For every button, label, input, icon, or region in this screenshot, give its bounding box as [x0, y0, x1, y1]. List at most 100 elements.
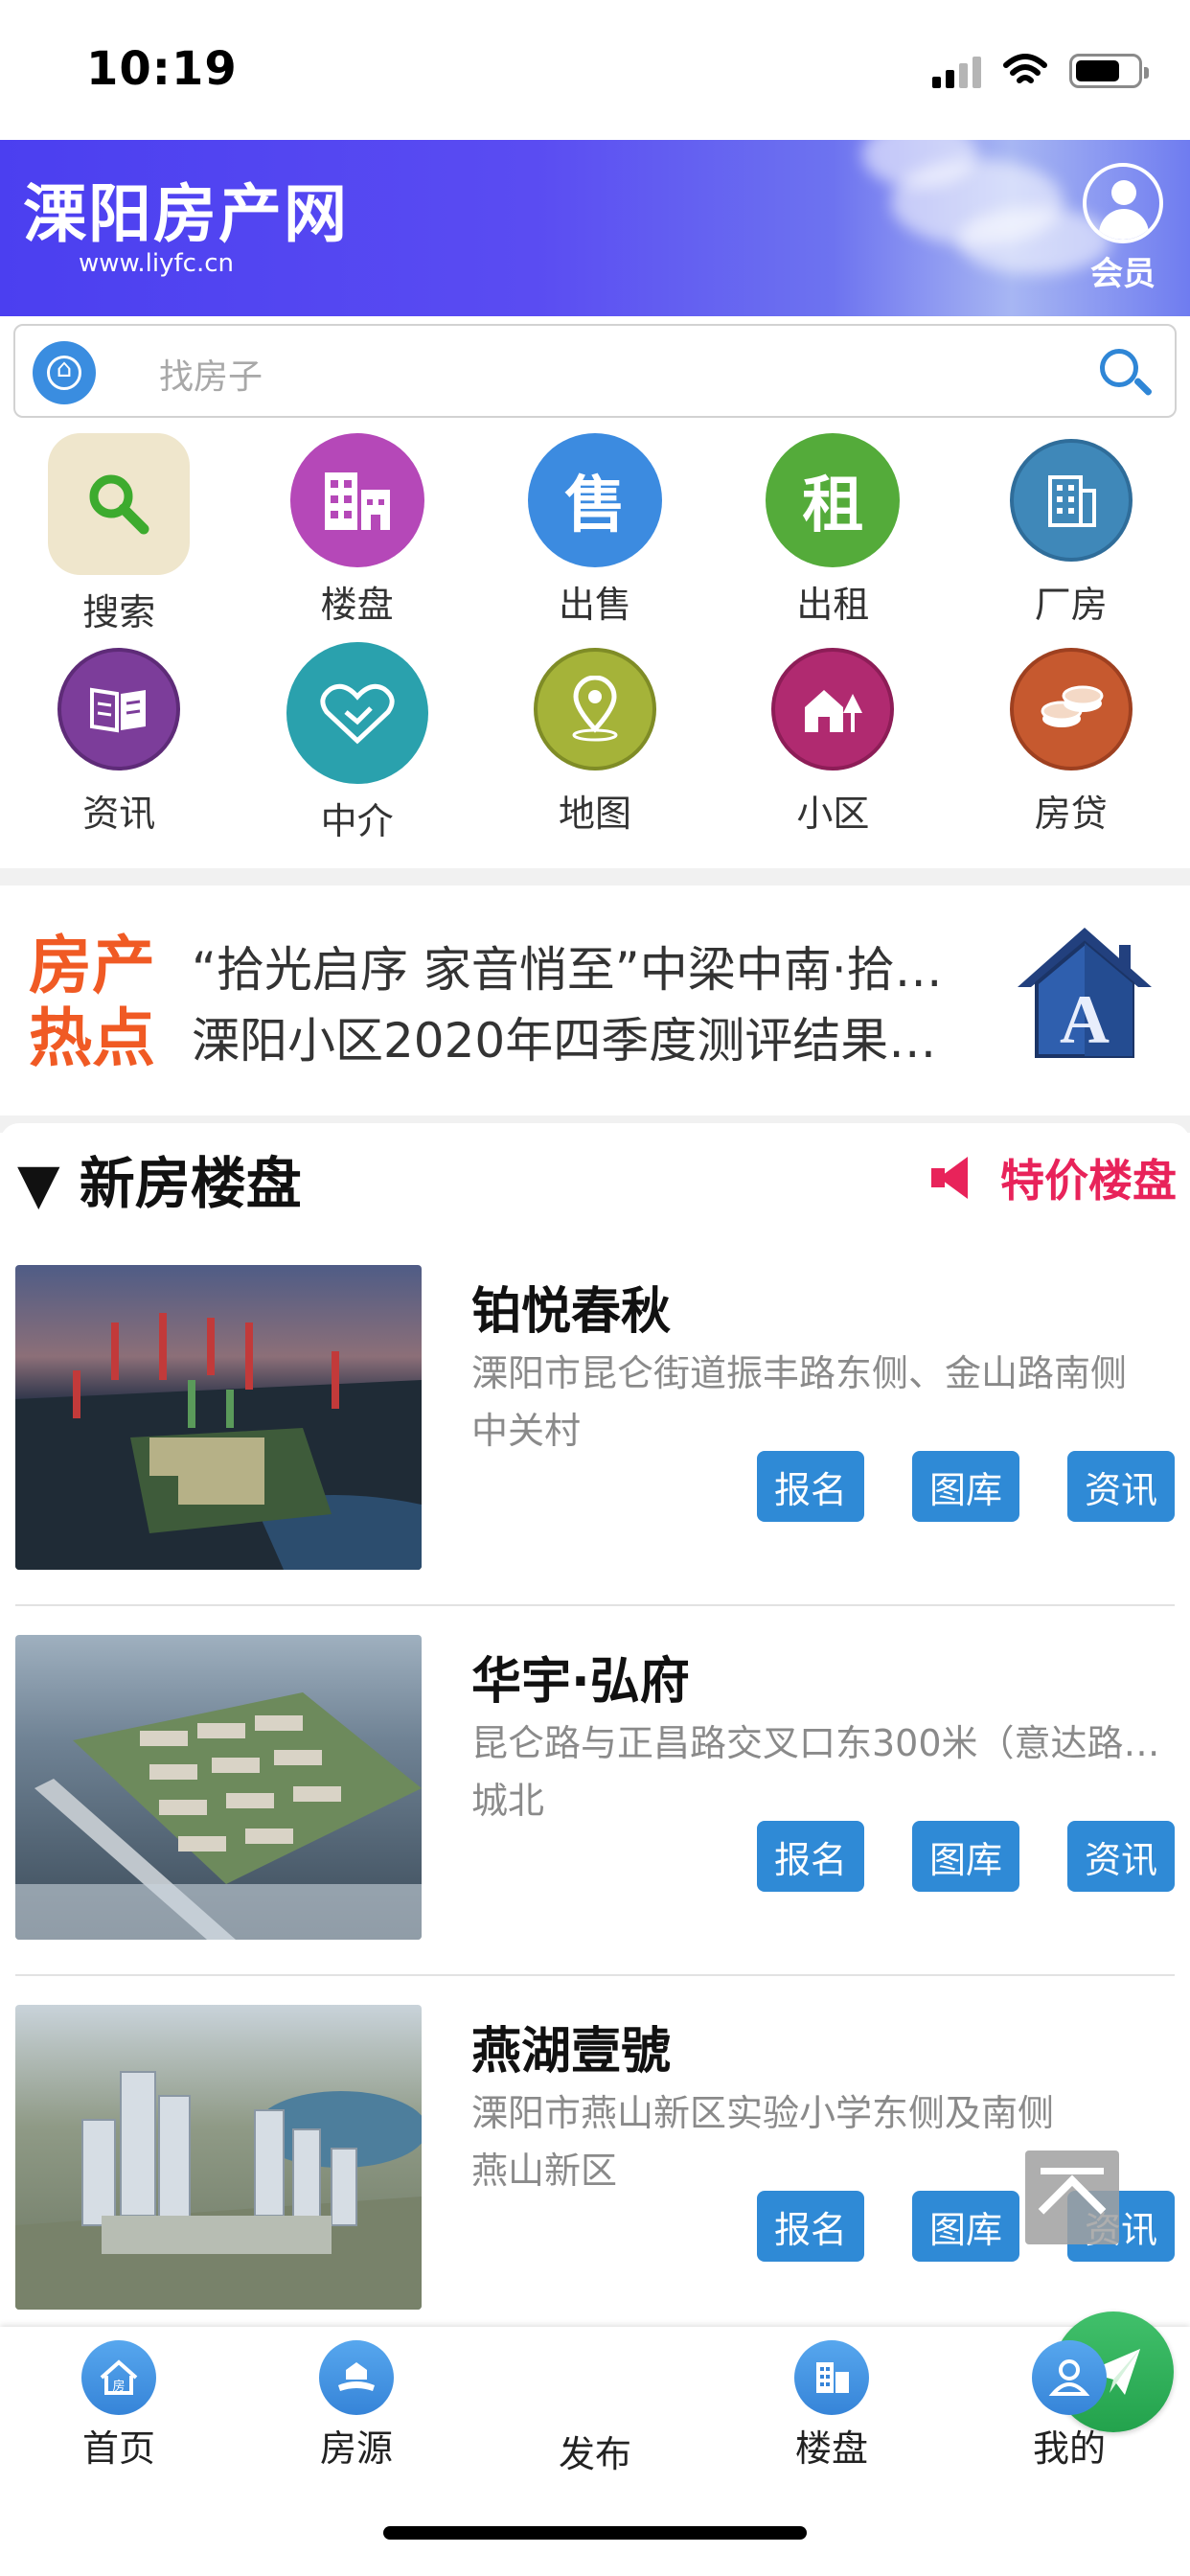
category-agent[interactable]: 中介	[238, 642, 475, 857]
search-placeholder: 找房子	[159, 357, 263, 397]
factory-icon	[1009, 439, 1133, 562]
category-label: 地图	[558, 793, 631, 835]
tab-buildings[interactable]: 楼盘	[755, 2340, 908, 2472]
category-community[interactable]: 小区	[714, 642, 951, 857]
divider	[15, 1604, 1175, 1606]
signup-button[interactable]: 报名	[757, 1451, 864, 1522]
status-time: 10:19	[86, 42, 238, 96]
gallery-button[interactable]: 图库	[912, 2191, 1019, 2262]
category-loan[interactable]: 房贷	[952, 642, 1190, 857]
member-label: 会员	[1090, 255, 1156, 293]
listing-address: 溧阳市昆仑街道振丰路东侧、金山路南侧	[471, 1352, 1128, 1394]
site-title: 溧阳房产网	[23, 177, 349, 251]
special-offer-link[interactable]: 特价楼盘	[927, 1146, 1177, 1209]
category-sale[interactable]: 售 出售	[476, 433, 714, 642]
site-url: www.liyfc.cn	[79, 249, 234, 278]
tab-home[interactable]: 房 首页	[42, 2340, 195, 2472]
category-label: 小区	[796, 793, 870, 835]
category-label: 搜索	[82, 591, 156, 633]
listing-card[interactable]: 铂悦春秋 溧阳市昆仑街道振丰路东侧、金山路南侧 中关村 报名 图库 资讯	[15, 1265, 1175, 1572]
listing-name[interactable]: 铂悦春秋	[471, 1271, 671, 1343]
speaker-icon	[927, 1155, 979, 1201]
signup-button[interactable]: 报名	[757, 1821, 864, 1892]
info-button[interactable]: 资讯	[1067, 1821, 1175, 1892]
listing-area: 中关村	[471, 1410, 582, 1452]
listing-card[interactable]: 燕湖壹號 溧阳市燕山新区实验小学东侧及南侧 燕山新区 报名 图库 资讯	[15, 2005, 1175, 2312]
listing-actions: 报名 图库 资讯	[757, 1821, 1175, 1892]
building-icon	[289, 433, 424, 567]
building-icon	[794, 2340, 869, 2415]
gallery-button[interactable]: 图库	[912, 1821, 1019, 1892]
news-item[interactable]: “拾光启序 家音悄至”中梁中南·拾光里营销中心盛大开放	[192, 932, 977, 1000]
listing-address: 昆仑路与正昌路交叉口东300米（意达路北侧）	[471, 1722, 1161, 1764]
tab-label: 楼盘	[794, 2427, 868, 2470]
listing-card[interactable]: 华宇·弘府 昆仑路与正昌路交叉口东300米（意达路北侧） 城北 报名 图库 资讯	[15, 1635, 1175, 1942]
house-a-icon: A	[1018, 928, 1152, 1058]
listing-address: 溧阳市燕山新区实验小学东侧及南侧	[471, 2092, 1055, 2134]
community-icon	[771, 648, 895, 770]
sale-icon: 售	[527, 433, 662, 567]
svg-text:A: A	[1060, 981, 1110, 1058]
category-label: 出租	[796, 584, 870, 626]
listing-area: 城北	[471, 1780, 545, 1822]
news-badge: 房产 热点	[29, 929, 155, 1075]
tab-label: 房源	[319, 2427, 393, 2470]
signup-button[interactable]: 报名	[757, 2191, 864, 2262]
info-button[interactable]: 资讯	[1067, 1451, 1175, 1522]
listing-name[interactable]: 燕湖壹號	[471, 2011, 671, 2082]
status-icons	[932, 52, 1149, 90]
divider	[15, 1974, 1175, 1976]
search-input[interactable]: 找房子	[13, 324, 1177, 418]
special-offer-label: 特价楼盘	[1000, 1155, 1177, 1207]
category-factory[interactable]: 厂房	[952, 433, 1190, 642]
svg-text:房: 房	[112, 2379, 125, 2394]
back-to-top-button[interactable]	[1025, 2150, 1119, 2244]
category-search[interactable]: 搜索	[0, 433, 238, 642]
listing-image[interactable]	[15, 1635, 422, 1940]
category-label: 楼盘	[320, 584, 394, 626]
listing-name[interactable]: 华宇·弘府	[471, 1641, 690, 1713]
new-homes-section: ▼ 新房楼盘 特价楼盘 铂悦春秋 溧阳市昆仑街道振丰路东侧、金山路南侧 中关村 …	[0, 1123, 1190, 2327]
category-rent[interactable]: 租 出租	[714, 433, 951, 642]
user-icon	[1032, 2340, 1107, 2415]
tab-publish[interactable]: 发布	[518, 2312, 1174, 2477]
tab-mine[interactable]: 我的	[993, 2340, 1146, 2472]
news-icon	[57, 648, 181, 770]
handshake-icon	[286, 642, 428, 784]
news-section: 房产热点 “拾光启序 家音悄至”中梁中南·拾光里营销中心盛大开放 溧阳小区202…	[0, 886, 1190, 1116]
listing-area: 燕山新区	[471, 2150, 618, 2192]
listing-image[interactable]	[15, 1265, 422, 1570]
listing-actions: 报名 图库 资讯	[757, 1451, 1175, 1522]
listing-icon	[319, 2340, 394, 2415]
avatar-icon	[1083, 163, 1163, 243]
coins-icon	[1009, 648, 1133, 770]
separator	[0, 868, 1190, 886]
status-bar: 10:19	[0, 0, 1190, 140]
tab-label: 首页	[81, 2427, 155, 2470]
home-indicator	[383, 2526, 807, 2540]
header-banner: 溧阳房产网 www.liyfc.cn 会员	[0, 140, 1190, 316]
home-search-icon	[33, 341, 96, 404]
wifi-icon	[1003, 54, 1047, 83]
signal-icon	[932, 54, 981, 88]
category-label: 资讯	[82, 793, 156, 835]
news-item[interactable]: 溧阳小区2020年四季度测评结果出炉	[192, 1002, 977, 1071]
category-label: 出售	[558, 584, 631, 626]
home-icon: 房	[81, 2340, 156, 2415]
gallery-button[interactable]: 图库	[912, 1451, 1019, 1522]
search-icon	[48, 433, 191, 575]
map-pin-icon	[533, 648, 656, 770]
category-grid: 搜索 楼盘 售 出售 租 出租 厂房 资讯 中介 地图 小区 房贷	[0, 433, 1190, 868]
back-to-top-icon	[1041, 2168, 1104, 2174]
category-news[interactable]: 资讯	[0, 642, 238, 857]
category-buildings[interactable]: 楼盘	[238, 433, 475, 642]
battery-icon	[1069, 54, 1149, 88]
category-map[interactable]: 地图	[476, 642, 714, 857]
tab-listings[interactable]: 房源	[280, 2340, 433, 2472]
rent-icon: 租	[766, 433, 901, 567]
section-title: ▼ 新房楼盘	[17, 1151, 302, 1216]
search-icon[interactable]	[1098, 347, 1154, 401]
listing-image[interactable]	[15, 2005, 422, 2310]
tab-label: 我的	[1032, 2427, 1106, 2470]
member-button[interactable]: 会员	[1077, 163, 1169, 294]
